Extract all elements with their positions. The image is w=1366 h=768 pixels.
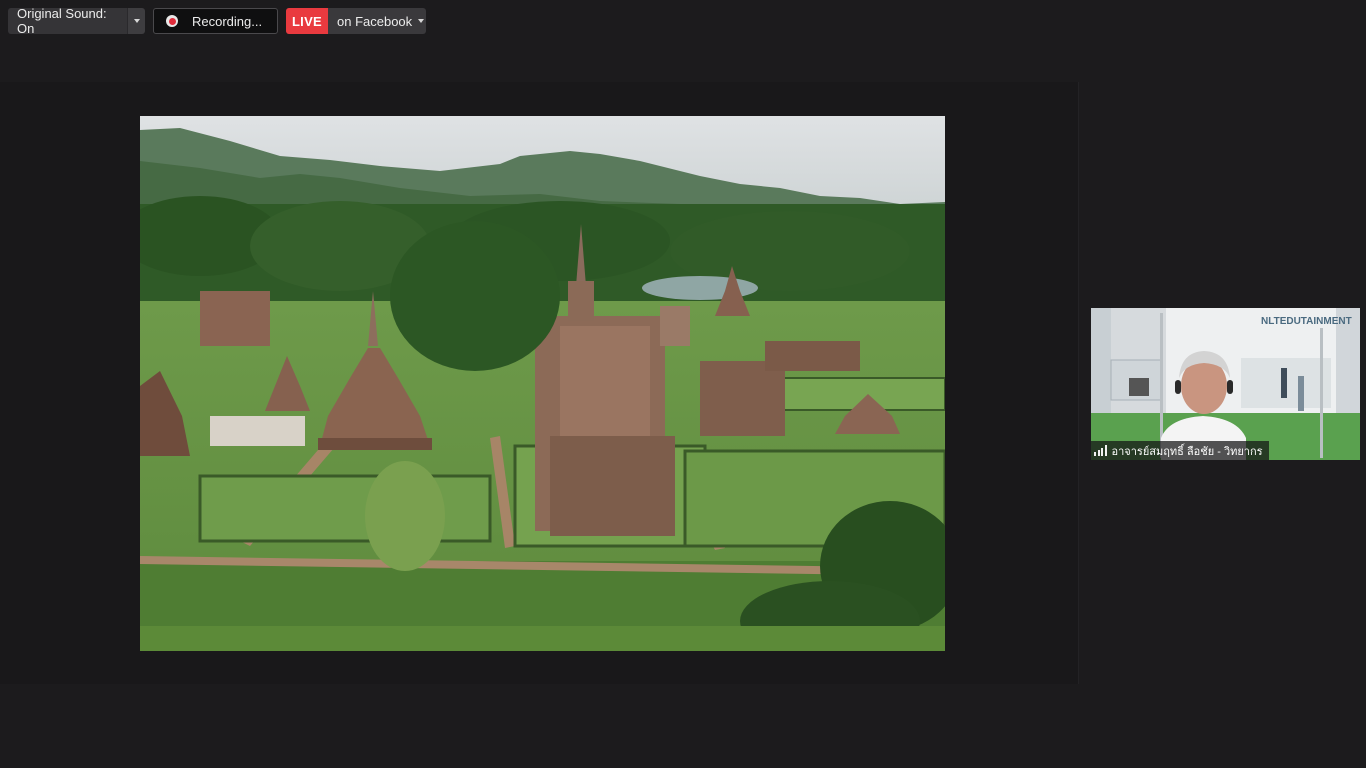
original-sound-menu-button[interactable] (127, 8, 145, 34)
background-sign-text: NLTEDUTAINMENT (1261, 316, 1352, 327)
shared-screen-image (140, 116, 945, 651)
meeting-toolbar: Original Sound: On Recording... LIVE on … (0, 0, 1366, 42)
record-icon (166, 15, 178, 27)
original-sound-label: Original Sound: On (17, 6, 107, 36)
participant-name-bar: อาจารย์สมฤทธิ์ ลือชัย - วิทยากร (1091, 441, 1269, 460)
live-stream-button[interactable]: LIVE on Facebook (286, 8, 426, 34)
original-sound-button[interactable]: Original Sound: On (8, 6, 127, 36)
signal-strength-icon (1094, 445, 1107, 456)
participant-video-tile[interactable]: NLTEDUTAINMENT อาจารย์สมฤทธิ์ ลือชัย - ว… (1091, 308, 1360, 460)
recording-label: Recording... (192, 13, 263, 29)
live-badge: LIVE (286, 8, 328, 34)
recording-indicator[interactable]: Recording... (153, 8, 278, 34)
chevron-down-icon (418, 19, 425, 23)
live-destination-label: on Facebook (337, 13, 413, 29)
participant-name: อาจารย์สมฤทธิ์ ลือชัย - วิทยากร (1111, 445, 1263, 458)
chevron-down-icon (133, 19, 140, 23)
